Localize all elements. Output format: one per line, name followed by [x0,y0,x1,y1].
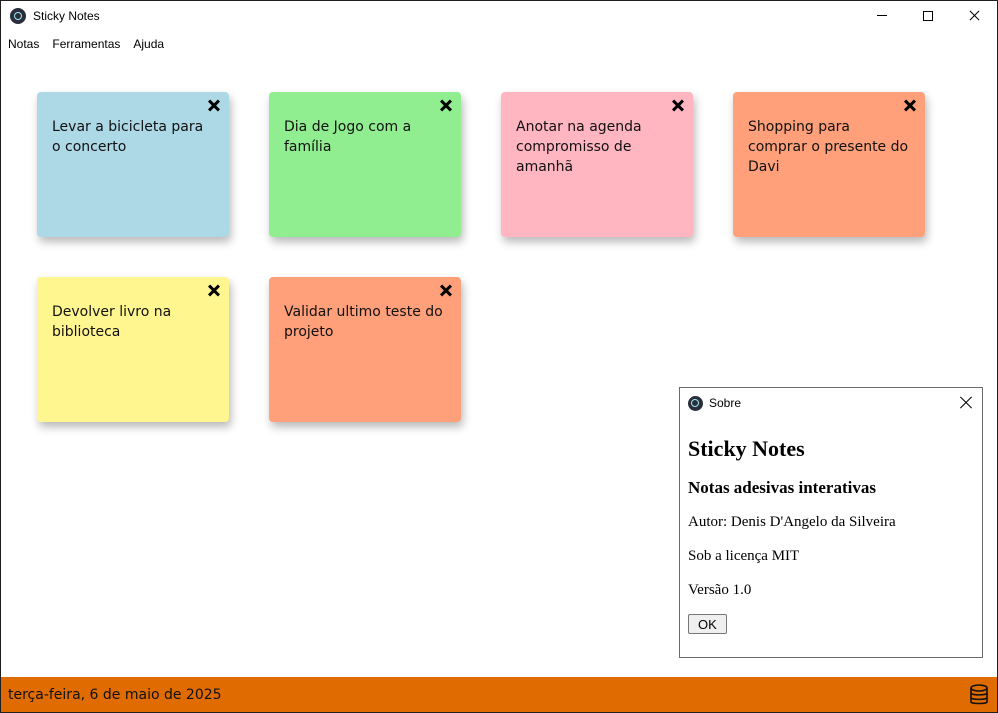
about-heading: Sticky Notes [688,436,805,461]
note-text[interactable]: Devolver livro na biblioteca [52,302,215,342]
close-icon[interactable] [440,284,452,296]
about-author: Autor: Denis D'Angelo da Silveira [688,514,896,530]
dialog-body: Sticky Notes Notas adesivas interativas … [680,436,982,634]
about-dialog: Sobre Sticky Notes Notas adesivas intera… [679,387,983,658]
note-text[interactable]: Shopping para comprar o presente do Davi [748,117,911,177]
about-version: Versão 1.0 [688,582,752,598]
sticky-note[interactable]: Devolver livro na biblioteca [37,277,229,422]
close-icon[interactable] [672,99,684,111]
title-bar[interactable]: Sticky Notes [1,1,997,31]
menu-bar: Notas Ferramentas Ajuda [1,34,170,54]
about-subheading: Notas adesivas interativas [688,478,876,497]
sticky-note[interactable]: Validar ultimo teste do projeto [269,277,461,422]
app-logo-icon [688,395,703,411]
menu-ajuda[interactable]: Ajuda [126,37,170,51]
close-icon[interactable] [208,99,220,111]
database-icon[interactable] [969,684,989,706]
dialog-close-button[interactable] [959,396,973,410]
dialog-title-bar[interactable]: Sobre [680,388,982,418]
status-bar: terça-feira, 6 de maio de 2025 [1,677,997,712]
ok-button[interactable]: OK [688,614,727,634]
menu-ferramentas[interactable]: Ferramentas [45,37,126,51]
close-icon[interactable] [440,99,452,111]
sticky-note[interactable]: Dia de Jogo com a família [269,92,461,237]
note-text[interactable]: Anotar na agenda compromisso de amanhã [516,117,679,177]
window-controls [859,1,997,31]
minimize-button[interactable] [859,1,905,31]
main-window: Sticky Notes Notas Ferramentas Ajuda Lev… [0,0,998,713]
close-window-button[interactable] [951,1,997,31]
sticky-note[interactable]: Levar a bicicleta para o concerto [37,92,229,237]
menu-notas[interactable]: Notas [1,37,45,51]
note-text[interactable]: Levar a bicicleta para o concerto [52,117,215,157]
dialog-title: Sobre [709,396,742,410]
note-text[interactable]: Dia de Jogo com a família [284,117,447,157]
close-icon[interactable] [904,99,916,111]
window-title: Sticky Notes [33,9,100,23]
close-icon[interactable] [208,284,220,296]
note-text[interactable]: Validar ultimo teste do projeto [284,302,447,342]
about-license: Sob a licença MIT [688,548,800,564]
maximize-button[interactable] [905,1,951,31]
status-date: terça-feira, 6 de maio de 2025 [8,686,222,703]
sticky-note[interactable]: Anotar na agenda compromisso de amanhã [501,92,693,237]
app-logo-icon [10,8,26,24]
sticky-note[interactable]: Shopping para comprar o presente do Davi [733,92,925,237]
